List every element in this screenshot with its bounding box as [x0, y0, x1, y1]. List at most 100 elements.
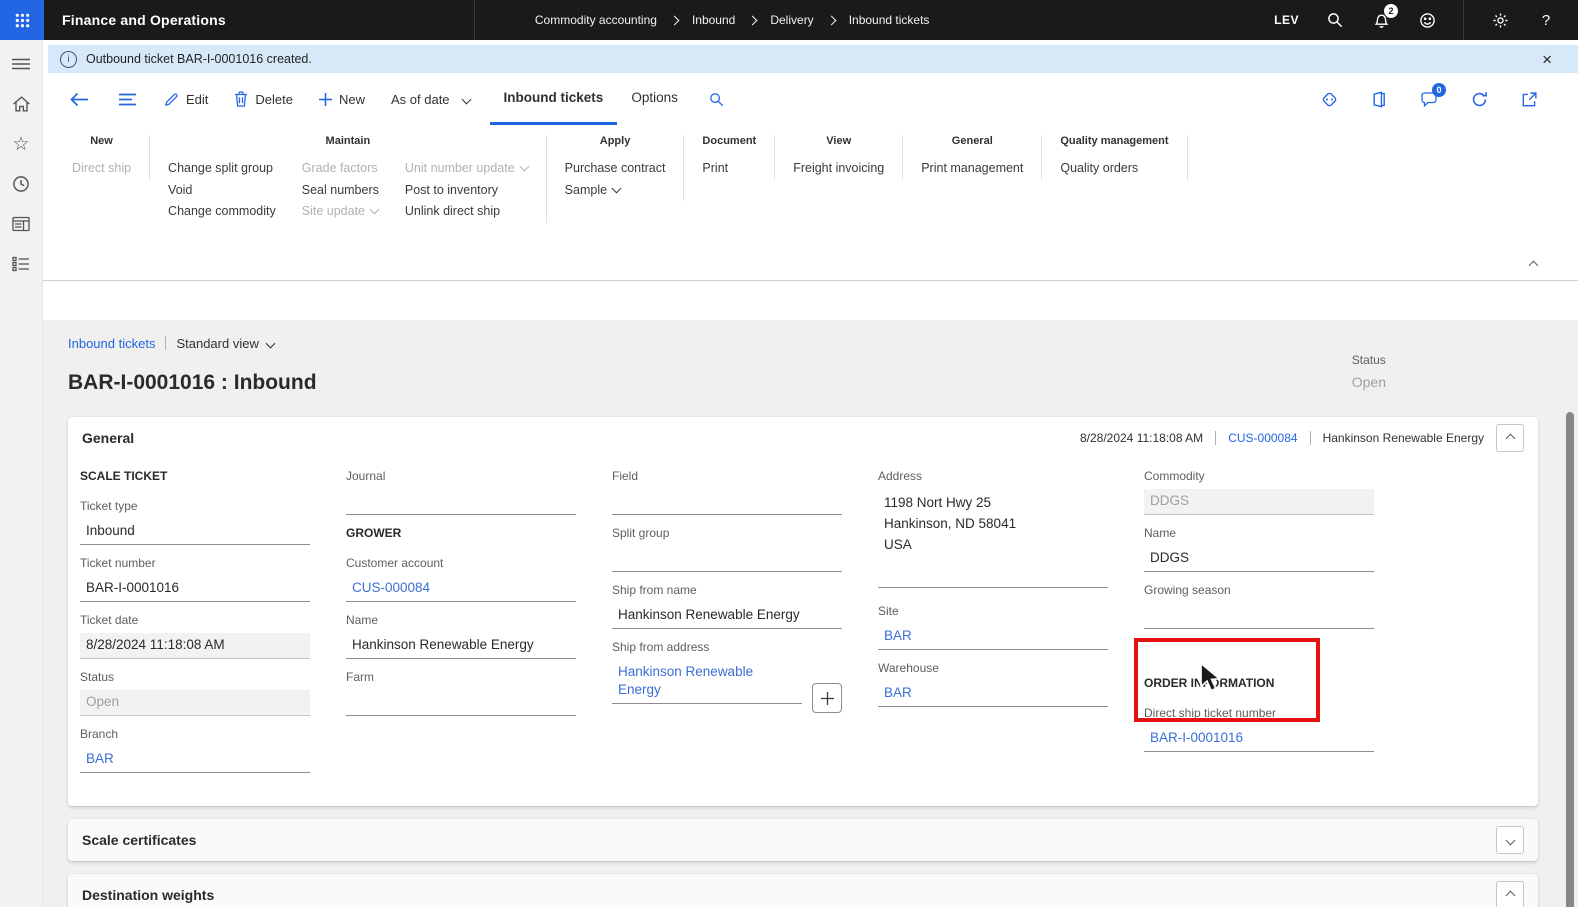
info-icon: i — [60, 50, 77, 68]
chevron-up-icon — [1505, 890, 1515, 900]
field-branch: Branch BAR — [80, 727, 310, 773]
address-textarea[interactable]: 1198 Nort Hwy 25 Hankinson, ND 58041 USA — [878, 489, 1108, 588]
scale-certificates-header[interactable]: Scale certificates — [68, 819, 1538, 861]
change-commodity-button[interactable]: Change commodity — [168, 201, 276, 223]
app-title[interactable]: Finance and Operations — [44, 12, 244, 28]
tab-options[interactable]: Options — [617, 73, 692, 125]
farm-input[interactable] — [346, 690, 576, 716]
edit-button[interactable]: Edit — [164, 92, 208, 107]
freight-invoicing-button[interactable]: Freight invoicing — [793, 158, 884, 180]
site-link[interactable]: BAR — [878, 624, 1108, 650]
show-list-icon[interactable] — [116, 88, 138, 110]
branch-link[interactable]: BAR — [80, 747, 310, 773]
edit-pencil-icon — [165, 92, 178, 106]
settings-gear-icon[interactable] — [1490, 10, 1510, 30]
home-icon[interactable] — [11, 94, 31, 114]
commodity-name-input[interactable]: DDGS — [1144, 546, 1374, 572]
ship-from-name-input[interactable]: Hankinson Renewable Energy — [612, 603, 842, 629]
feedback-smiley-icon[interactable] — [1417, 10, 1437, 30]
favorites-star-icon[interactable]: ☆ — [11, 134, 31, 154]
direct-ship-ticket-number-link[interactable]: BAR-I-0001016 — [1144, 726, 1374, 752]
app-launcher-waffle-icon[interactable] — [0, 0, 44, 40]
notifications-bell-icon[interactable]: 2 — [1371, 4, 1398, 30]
growing-season-input[interactable] — [1144, 603, 1374, 629]
delete-button[interactable]: Delete — [234, 91, 293, 107]
split-group-input[interactable] — [612, 546, 842, 572]
close-icon[interactable]: × — [1542, 51, 1552, 68]
collapse-destination-weights-button[interactable] — [1496, 881, 1524, 907]
collapse-ribbon-button[interactable] — [1520, 256, 1546, 274]
ticket-number-input[interactable]: BAR-I-0001016 — [80, 576, 310, 602]
unlink-direct-ship-button[interactable]: Unlink direct ship — [405, 201, 528, 223]
help-icon[interactable]: ? — [1536, 10, 1556, 30]
refresh-icon[interactable] — [1468, 88, 1490, 110]
journal-input[interactable] — [346, 489, 576, 515]
header-customer-account-link[interactable]: CUS-000084 — [1228, 431, 1297, 445]
ribbon-group-label: Maintain — [325, 135, 371, 147]
commodity-label: Commodity — [1144, 469, 1205, 483]
ship-from-address-link[interactable]: Hankinson Renewable Energy — [612, 660, 802, 704]
general-section-title: General — [82, 430, 135, 446]
form-search-icon[interactable] — [706, 88, 728, 110]
print-management-button[interactable]: Print management — [921, 158, 1023, 180]
status-block: Status Open — [1352, 353, 1386, 390]
power-apps-icon[interactable] — [1318, 88, 1340, 110]
general-section-header[interactable]: General 8/28/2024 11:18:08 AM CUS-000084… — [68, 417, 1538, 459]
main-area: i Outbound ticket BAR-I-0001016 created.… — [42, 40, 1578, 907]
breadcrumb-item-delivery[interactable]: Delivery — [770, 13, 813, 27]
print-button[interactable]: Print — [702, 158, 728, 180]
user-initials[interactable]: LEV — [1274, 13, 1299, 27]
chat-messages-icon[interactable]: 0 — [1418, 83, 1446, 110]
purchase-contract-button[interactable]: Purchase contract — [565, 158, 666, 180]
ribbon-group-label: Quality management — [1060, 135, 1169, 147]
tab-inbound-tickets[interactable]: Inbound tickets — [489, 73, 618, 125]
inbound-tickets-list-link[interactable]: Inbound tickets — [68, 336, 155, 351]
recent-clock-icon[interactable] — [11, 174, 31, 194]
expand-menu-hamburger-icon[interactable] — [11, 54, 31, 74]
add-plus-icon — [318, 92, 332, 106]
field-customer-account: Customer account CUS-000084 — [346, 556, 576, 602]
sample-button[interactable]: Sample — [565, 180, 666, 202]
as-of-date-button[interactable]: As of date — [391, 92, 471, 107]
search-icon[interactable] — [1325, 10, 1345, 30]
customer-account-label: Customer account — [346, 556, 444, 570]
collapse-general-button[interactable] — [1496, 424, 1524, 452]
seal-numbers-button[interactable]: Seal numbers — [302, 180, 379, 202]
vertical-scrollbar[interactable] — [1565, 324, 1575, 907]
chevron-right-icon — [826, 15, 837, 25]
customer-account-link[interactable]: CUS-000084 — [346, 576, 576, 602]
ribbon-group-label: View — [826, 135, 852, 147]
field-input[interactable] — [612, 489, 842, 515]
back-arrow-icon[interactable] — [68, 88, 90, 110]
workspaces-icon[interactable] — [11, 214, 31, 234]
scrollbar-thumb[interactable] — [1566, 412, 1574, 907]
destination-weights-header[interactable]: Destination weights — [68, 874, 1538, 907]
warehouse-link[interactable]: BAR — [878, 681, 1108, 707]
new-button[interactable]: New — [318, 92, 365, 107]
field-address: Address 1198 Nort Hwy 25 Hankinson, ND 5… — [878, 469, 1108, 588]
void-button[interactable]: Void — [168, 180, 276, 202]
grower-name-input[interactable]: Hankinson Renewable Energy — [346, 633, 576, 659]
general-column-5: Commodity DDGS Name DDGS Growing season — [1144, 459, 1374, 784]
add-address-button[interactable] — [812, 683, 842, 713]
address-line-3: USA — [884, 537, 912, 552]
unit-number-update-button: Unit number update — [405, 158, 530, 180]
ticket-type-input[interactable]: Inbound — [80, 519, 310, 545]
field-commodity-name: Name DDGS — [1144, 526, 1374, 572]
breadcrumb-item-commodity-accounting[interactable]: Commodity accounting — [535, 13, 657, 27]
breadcrumb-item-inbound-tickets[interactable]: Inbound tickets — [849, 13, 930, 27]
view-selector[interactable]: Standard view — [176, 336, 276, 351]
ticket-type-label: Ticket type — [80, 499, 138, 513]
breadcrumb-item-inbound[interactable]: Inbound — [692, 13, 735, 27]
open-in-new-window-icon[interactable] — [1518, 88, 1540, 110]
modules-tree-icon[interactable] — [11, 254, 31, 274]
header-company-name: Hankinson Renewable Energy — [1322, 431, 1484, 445]
edit-label: Edit — [186, 91, 209, 107]
status-value: Open — [1351, 374, 1386, 390]
expand-scale-certificates-button[interactable] — [1496, 826, 1524, 854]
office-apps-icon[interactable] — [1368, 88, 1390, 110]
quality-orders-button[interactable]: Quality orders — [1060, 158, 1138, 180]
post-to-inventory-button[interactable]: Post to inventory — [405, 180, 528, 202]
site-label: Site — [878, 604, 899, 618]
change-split-group-button[interactable]: Change split group — [168, 158, 276, 180]
